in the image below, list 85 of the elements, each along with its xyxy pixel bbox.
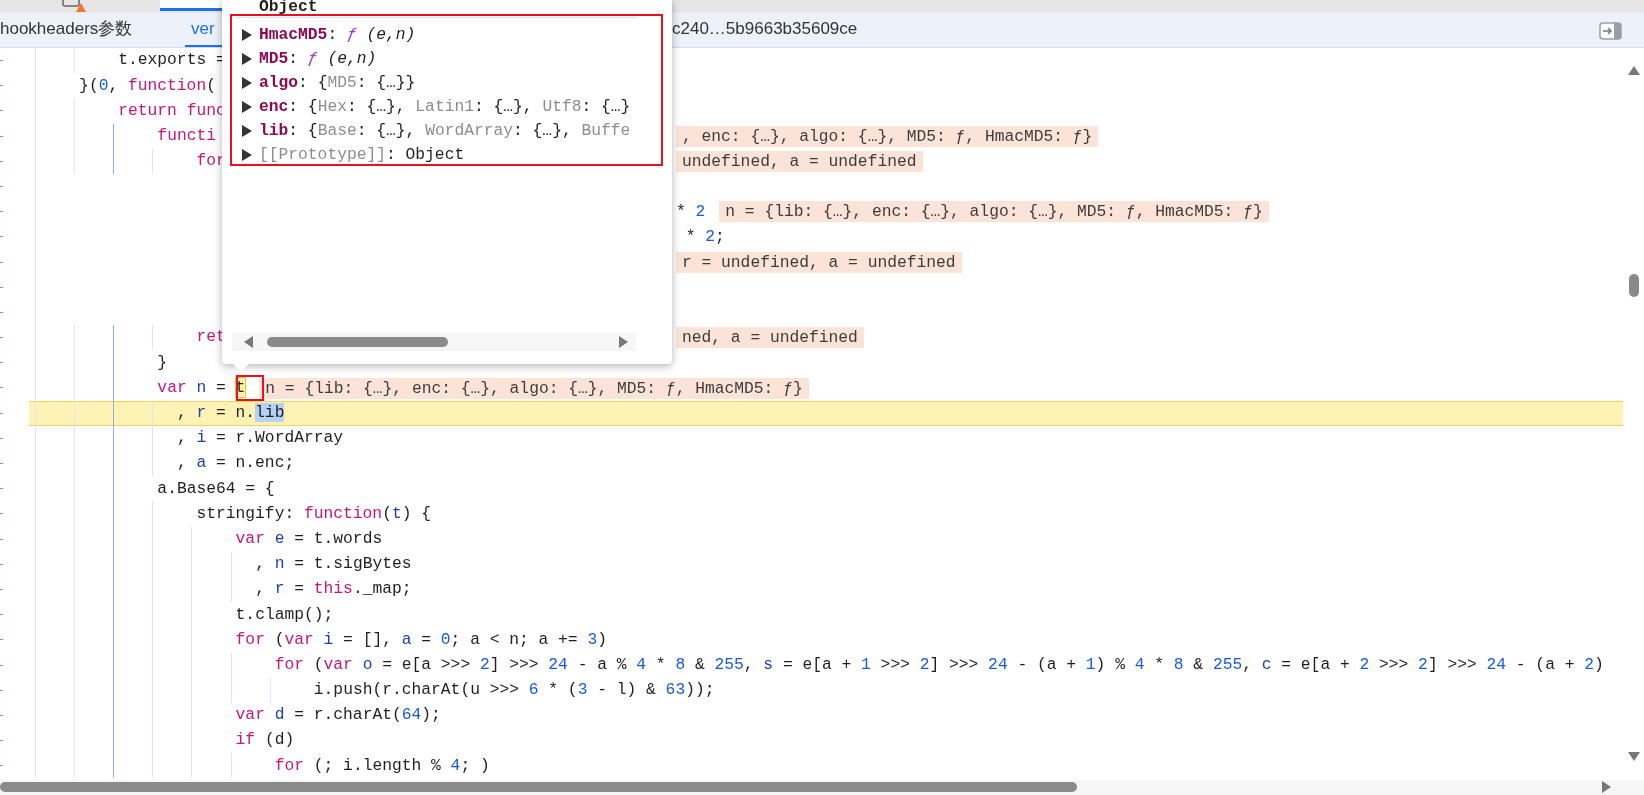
gutter-mark <box>0 236 3 238</box>
file-tab[interactable]: c240…5b9663b35609ce <box>672 13 858 47</box>
gutter-mark <box>0 740 3 742</box>
inline-value: , enc: {…}, algo: {…}, MD5: ƒ, HmacMD5: ƒ} <box>676 125 1099 147</box>
code-line: stringify: function(t) { <box>196 502 431 525</box>
file-tab[interactable]: hookheaders参数 <box>0 13 185 47</box>
scrollbar-thumb[interactable] <box>267 337 448 347</box>
horizontal-scrollbar[interactable] <box>232 333 636 351</box>
gutter-mark <box>0 185 3 187</box>
code-line: i.push(r.charAt(u >>> 6 * (3 - l) & 63)); <box>313 679 715 702</box>
gutter-mark <box>0 362 3 364</box>
code-line: for (var o = e[a >>> 2] >>> 24 - a % 4 * 8 & 255, s = e[a + 1 >>> 2] >>> 24 - (a + 1) % 4 * 8 & 255, c = e[a + 2 >>> 2] >>> 24 - (a + 2) <box>274 653 1604 676</box>
property-row[interactable]: MD5: ƒ (e,n) <box>259 46 377 72</box>
code-line: for (var i = [], a = 0; a < n; a += 3) <box>235 628 607 651</box>
gutter-mark <box>0 664 3 666</box>
gutter-mark <box>0 412 3 414</box>
code-line: if (d) <box>235 729 295 752</box>
scroll-up-arrow-icon[interactable] <box>1628 66 1640 75</box>
code-line: * 2; <box>684 225 725 248</box>
expand-triangle-icon[interactable] <box>241 149 252 161</box>
gutter-mark <box>0 513 3 515</box>
expand-triangle-icon[interactable] <box>241 53 252 65</box>
browser-tab[interactable] <box>160 0 222 11</box>
gutter-mark <box>0 110 3 112</box>
code-line: }(0, function( <box>79 74 216 97</box>
code-line: for (; i.length % 4; ) <box>274 754 490 777</box>
code-line: , a = n.enc; <box>176 452 295 475</box>
property-row[interactable]: enc: {Hex: {…}, Latin1: {…}, Utf8: {…} <box>259 94 631 120</box>
code-line: t.clamp(); <box>235 603 334 626</box>
highlight-box <box>236 375 265 401</box>
code-line: * 2 <box>676 200 706 223</box>
gutter-mark <box>0 261 3 263</box>
gutter-mark <box>0 714 3 716</box>
code-line: var d = r.charAt(64); <box>235 704 441 727</box>
scrollbar-thumb[interactable] <box>0 782 1077 792</box>
gutter-mark <box>0 60 3 61</box>
code-line: for <box>196 150 226 173</box>
code-line: a.Base64 = { <box>157 477 275 500</box>
expand-triangle-icon[interactable] <box>241 125 252 137</box>
warning-icon <box>62 0 86 13</box>
property-row[interactable]: algo: {MD5: {…}} <box>259 70 416 96</box>
gutter-mark <box>0 286 3 288</box>
gutter-mark <box>0 463 3 464</box>
property-row[interactable]: HmacMD5: ƒ (e,n) <box>259 23 416 48</box>
inline-value: n = {lib: {…}, enc: {…}, algo: {…}, MD5: ƒ, HmacMD5: ƒ} <box>259 377 809 399</box>
gutter-mark <box>0 387 3 389</box>
popover-title: Object <box>259 0 318 16</box>
scrollbar-thumb[interactable] <box>1629 274 1639 297</box>
gutter-mark <box>0 614 3 616</box>
gutter-mark <box>0 211 3 213</box>
gutter-mark <box>0 588 3 590</box>
inline-value: ned, a = undefined <box>676 327 864 349</box>
expand-triangle-icon[interactable] <box>241 101 252 113</box>
expand-triangle-icon[interactable] <box>241 29 252 41</box>
code-line: , i = r.WordArray <box>176 427 344 450</box>
gutter-mark <box>0 85 3 87</box>
scroll-down-arrow-icon[interactable] <box>1628 752 1640 761</box>
gutter-mark <box>0 135 3 137</box>
inline-value: r = undefined, a = undefined <box>676 251 962 273</box>
code-line: , n = t.sigBytes <box>255 553 412 576</box>
collapse-sidebar-icon[interactable] <box>1599 22 1622 40</box>
property-row[interactable]: lib: {Base: {…}, WordArray: {…}, Buffe <box>259 118 631 144</box>
scroll-right-arrow-icon[interactable] <box>619 336 628 348</box>
gutter-mark <box>0 437 3 439</box>
scroll-right-arrow-icon[interactable] <box>1602 781 1611 793</box>
code-line: functi <box>157 124 216 147</box>
code-line: , r = this._map; <box>255 578 412 601</box>
code-line: } <box>157 351 168 374</box>
code-line: var n = t <box>157 376 246 399</box>
inline-value: n = {lib: {…}, enc: {…}, algo: {…}, MD5: ƒ, HmacMD5: ƒ} <box>719 201 1269 223</box>
scroll-left-arrow-icon[interactable] <box>244 336 253 348</box>
gutter-mark <box>0 563 3 565</box>
gutter-mark <box>0 311 3 313</box>
gutter-mark <box>0 538 3 540</box>
gutter-mark <box>0 639 3 641</box>
gutter-mark <box>0 337 3 339</box>
gutter-mark <box>0 488 3 490</box>
code-line: var e = t.words <box>235 527 383 550</box>
inline-value: undefined, a = undefined <box>676 150 923 172</box>
property-row[interactable]: [[Prototype]]: Object <box>259 142 465 167</box>
gutter-mark <box>0 160 3 162</box>
expand-triangle-icon[interactable] <box>241 77 252 89</box>
gutter-mark <box>0 765 3 767</box>
gutter-mark <box>0 689 3 691</box>
code-line: , r = n.lib <box>176 402 285 424</box>
